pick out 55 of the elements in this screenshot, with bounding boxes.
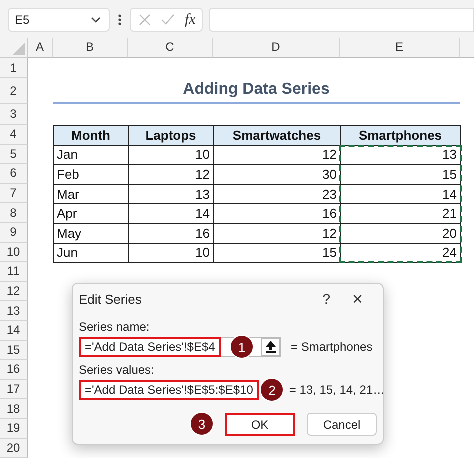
column-heading: Smartphones [340, 125, 461, 146]
row-header[interactable]: 20 [0, 438, 28, 458]
column-header[interactable] [460, 38, 474, 58]
row-header[interactable]: 18 [0, 399, 28, 419]
row-header[interactable]: 8 [0, 203, 28, 223]
column-header[interactable]: A [28, 38, 53, 58]
row-header[interactable]: 9 [0, 222, 28, 243]
insert-function-button[interactable]: fx [185, 12, 196, 28]
table-cell: Jun [53, 242, 129, 264]
collapse-dialog-button[interactable] [261, 338, 280, 356]
column-header[interactable]: E [340, 38, 460, 58]
row-header[interactable]: 12 [0, 282, 28, 302]
row-header[interactable]: 6 [0, 164, 28, 184]
step-badge: 3 [191, 413, 213, 435]
column-header[interactable]: C [128, 38, 213, 58]
name-box[interactable]: E5 [8, 8, 110, 32]
row-header[interactable]: 10 [0, 242, 28, 262]
result-preview: = 13, 15, 14, 21… [289, 383, 386, 397]
help-button[interactable]: ? [316, 291, 336, 307]
cancel-icon[interactable] [139, 14, 151, 26]
enter-check-icon[interactable] [161, 14, 175, 26]
row-header[interactable]: 14 [0, 320, 28, 341]
column-header[interactable]: D [213, 38, 340, 58]
row-header[interactable]: 15 [0, 340, 28, 360]
column-header[interactable]: B [53, 38, 128, 58]
row-header[interactable]: 1 [0, 58, 28, 78]
row-header[interactable]: 7 [0, 184, 28, 204]
upload-arrow-icon [266, 341, 276, 353]
dropdown-caret-icon[interactable] [91, 17, 101, 23]
row-header[interactable]: 5 [0, 144, 28, 164]
sheet-title: Adding Data Series [53, 78, 460, 104]
step-badge: 2 [261, 379, 284, 401]
row-header[interactable]: 3 [0, 104, 28, 125]
reference-field[interactable]: ='Add Data Series'!$E$5:$E$10 [79, 380, 260, 400]
column-heading: Smartwatches [213, 125, 341, 146]
field-label: Series name: [79, 320, 150, 334]
more-options-icon[interactable] [118, 14, 122, 26]
row-header[interactable]: 17 [0, 380, 28, 400]
row-header[interactable]: 11 [0, 262, 28, 282]
step-badge: 1 [231, 336, 253, 358]
dialog-title: Edit Series [79, 292, 143, 306]
result-preview: = Smartphones [291, 340, 373, 354]
cancel-button[interactable]: Cancel [307, 413, 377, 436]
close-button[interactable]: × [346, 288, 369, 310]
row-header[interactable]: 16 [0, 360, 28, 380]
row-header[interactable]: 13 [0, 301, 28, 321]
column-heading: Month [53, 125, 129, 146]
select-all-icon[interactable] [13, 43, 25, 55]
column-heading: Laptops [128, 125, 214, 146]
row-header[interactable]: 19 [0, 418, 28, 438]
formula-input[interactable] [208, 8, 474, 32]
field-label: Series values: [79, 363, 154, 377]
ok-button[interactable]: OK [225, 413, 295, 436]
row-header[interactable]: 2 [0, 78, 28, 104]
row-header[interactable]: 4 [0, 125, 28, 145]
